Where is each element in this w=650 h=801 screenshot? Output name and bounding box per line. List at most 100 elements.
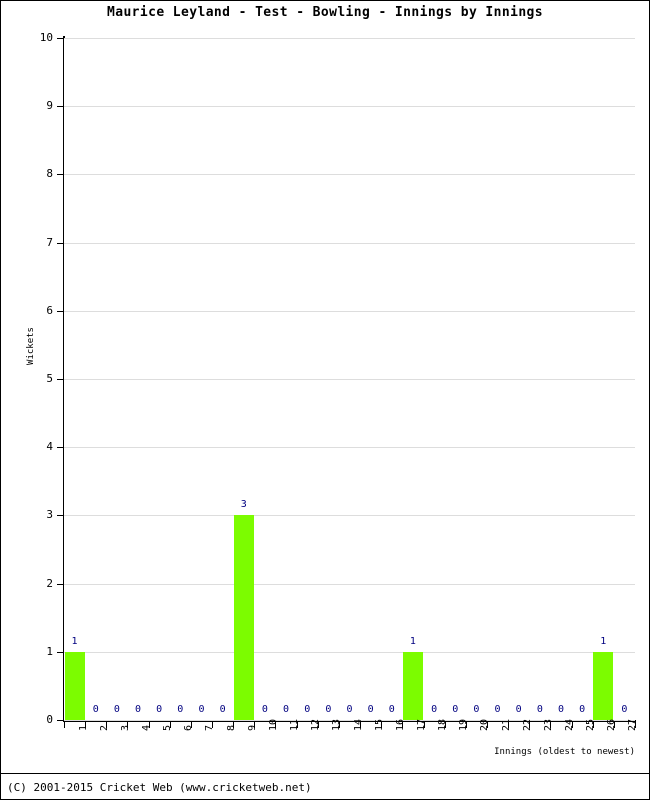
y-axis-tick-mark bbox=[57, 38, 64, 39]
gridline bbox=[64, 379, 635, 380]
x-axis-tick-mark bbox=[613, 722, 615, 728]
x-axis-tick-mark bbox=[381, 722, 383, 728]
y-axis-tick-mark bbox=[57, 515, 64, 517]
gridline bbox=[64, 310, 635, 312]
x-axis-tick-label: 1 bbox=[77, 724, 89, 731]
gridline bbox=[64, 651, 635, 653]
x-axis-tick-label: 17 bbox=[415, 718, 427, 731]
x-axis-tick-mark bbox=[275, 722, 277, 728]
y-axis-tick-mark bbox=[57, 583, 64, 585]
x-axis-tick-label: 10 bbox=[267, 718, 279, 731]
y-axis-tick-mark bbox=[57, 651, 64, 653]
x-axis-tick-label: 6 bbox=[183, 724, 195, 731]
bar bbox=[233, 515, 254, 720]
bar-value-label: 0 bbox=[621, 704, 628, 715]
gridline bbox=[64, 515, 635, 517]
y-axis-tick-labels: 0 1 2 3 4 5 6 7 8 9 10 bbox=[1, 1, 53, 801]
x-axis-tick-label: 25 bbox=[585, 718, 597, 731]
x-axis-tick-label: 21 bbox=[500, 718, 512, 731]
bar-value-label: 1 bbox=[409, 635, 416, 647]
bar-value-label: 1 bbox=[71, 635, 78, 647]
x-axis-tick-mark bbox=[486, 722, 488, 728]
x-axis-tick-mark bbox=[148, 722, 150, 728]
x-axis-tick-mark bbox=[423, 722, 425, 728]
x-axis-tick-label: 11 bbox=[289, 718, 301, 731]
x-axis-tick-mark bbox=[64, 722, 65, 728]
y-axis-tick-label: 4 bbox=[46, 440, 53, 454]
x-axis-tick-mark bbox=[529, 722, 531, 728]
y-axis-tick-label: 1 bbox=[46, 644, 53, 658]
x-axis-tick-label: 2 bbox=[98, 724, 110, 731]
x-axis-title: Innings (oldest to newest) bbox=[494, 747, 635, 757]
y-axis-tick-label: 10 bbox=[39, 31, 53, 44]
x-axis-tick-mark bbox=[317, 722, 319, 728]
bar-value-label: 0 bbox=[579, 704, 586, 715]
gridline bbox=[64, 106, 635, 108]
x-axis-tick-label: 5 bbox=[162, 724, 174, 731]
gridline bbox=[64, 447, 635, 449]
page-title: Maurice Leyland - Test - Bowling - Innin… bbox=[106, 5, 543, 20]
x-axis-tick-mark bbox=[465, 722, 467, 728]
y-axis-tick-label: 3 bbox=[46, 508, 53, 522]
gridline bbox=[64, 174, 635, 176]
y-axis-tick-mark bbox=[57, 447, 64, 449]
footer-copyright: (C) 2001-2015 Cricket Web (www.cricketwe… bbox=[7, 781, 312, 794]
x-axis-tick-mark bbox=[212, 722, 214, 728]
y-axis-tick-label: 6 bbox=[46, 303, 53, 317]
x-axis-tick-label: 19 bbox=[458, 718, 470, 731]
x-axis-tick-label: 13 bbox=[331, 718, 343, 731]
x-axis-tick-mark bbox=[127, 722, 129, 728]
x-axis-tick-label: 4 bbox=[141, 724, 153, 731]
x-axis-tick-mark bbox=[233, 722, 235, 728]
bar-value-label: 1 bbox=[600, 635, 607, 647]
y-axis-tick-mark bbox=[57, 720, 64, 721]
gridline bbox=[64, 583, 635, 585]
x-axis-tick-mark bbox=[444, 722, 446, 728]
chart-page: Maurice Leyland - Test - Bowling - Innin… bbox=[0, 0, 650, 800]
bar-value-label: 3 bbox=[240, 499, 247, 511]
x-axis-tick-label: 15 bbox=[373, 718, 385, 731]
x-axis-tick-mark bbox=[402, 722, 404, 728]
gridline bbox=[64, 38, 635, 39]
x-axis-tick-mark bbox=[550, 722, 552, 728]
x-axis-tick-label: 9 bbox=[246, 724, 258, 731]
x-axis-tick-label: 7 bbox=[204, 724, 216, 731]
x-axis-tick-label: 16 bbox=[394, 718, 406, 731]
footer-divider bbox=[1, 773, 649, 774]
bar-value-label: 0 bbox=[388, 704, 395, 715]
y-axis-tick-mark bbox=[57, 106, 64, 108]
y-axis-tick-mark bbox=[57, 379, 64, 380]
x-axis-tick-mark bbox=[571, 722, 573, 728]
x-axis-tick-mark bbox=[296, 722, 298, 728]
bar-value-label: 0 bbox=[219, 704, 226, 715]
x-axis-tick-label: 27 bbox=[627, 718, 639, 731]
y-axis-tick-mark bbox=[57, 174, 64, 176]
y-axis-tick-label: 9 bbox=[46, 99, 53, 113]
x-axis-tick-mark bbox=[360, 722, 362, 728]
y-axis-tick-label: 0 bbox=[46, 713, 53, 726]
y-axis-tick-label: 5 bbox=[46, 372, 53, 385]
x-axis-tick-mark bbox=[338, 722, 340, 728]
x-axis-tick-mark bbox=[592, 722, 594, 728]
x-axis-tick-label: 22 bbox=[521, 718, 533, 731]
x-axis-tick-mark bbox=[106, 722, 108, 728]
plot-area bbox=[64, 38, 635, 721]
x-axis-tick-mark bbox=[169, 722, 171, 728]
x-axis-tick-mark bbox=[190, 722, 192, 728]
x-axis-tick-mark bbox=[85, 722, 87, 728]
x-axis-tick-label: 24 bbox=[563, 718, 575, 731]
x-axis-tick-label: 12 bbox=[310, 718, 322, 731]
y-axis-tick-mark bbox=[57, 310, 64, 312]
x-axis-tick-label: 8 bbox=[225, 724, 237, 731]
y-axis-tick-label: 7 bbox=[46, 235, 53, 249]
x-axis-tick-mark bbox=[508, 722, 510, 728]
x-axis-tick-label: 26 bbox=[606, 718, 618, 731]
y-axis-tick-mark bbox=[57, 242, 64, 244]
x-axis-tick-label: 14 bbox=[352, 718, 364, 731]
gridline bbox=[64, 242, 635, 244]
y-axis-tick-label: 8 bbox=[46, 167, 53, 181]
x-axis-tick-label: 18 bbox=[437, 718, 449, 731]
x-axis-tick-mark bbox=[254, 722, 256, 728]
x-axis-tick-label: 20 bbox=[479, 718, 491, 731]
x-axis-tick-label: 23 bbox=[542, 718, 554, 731]
